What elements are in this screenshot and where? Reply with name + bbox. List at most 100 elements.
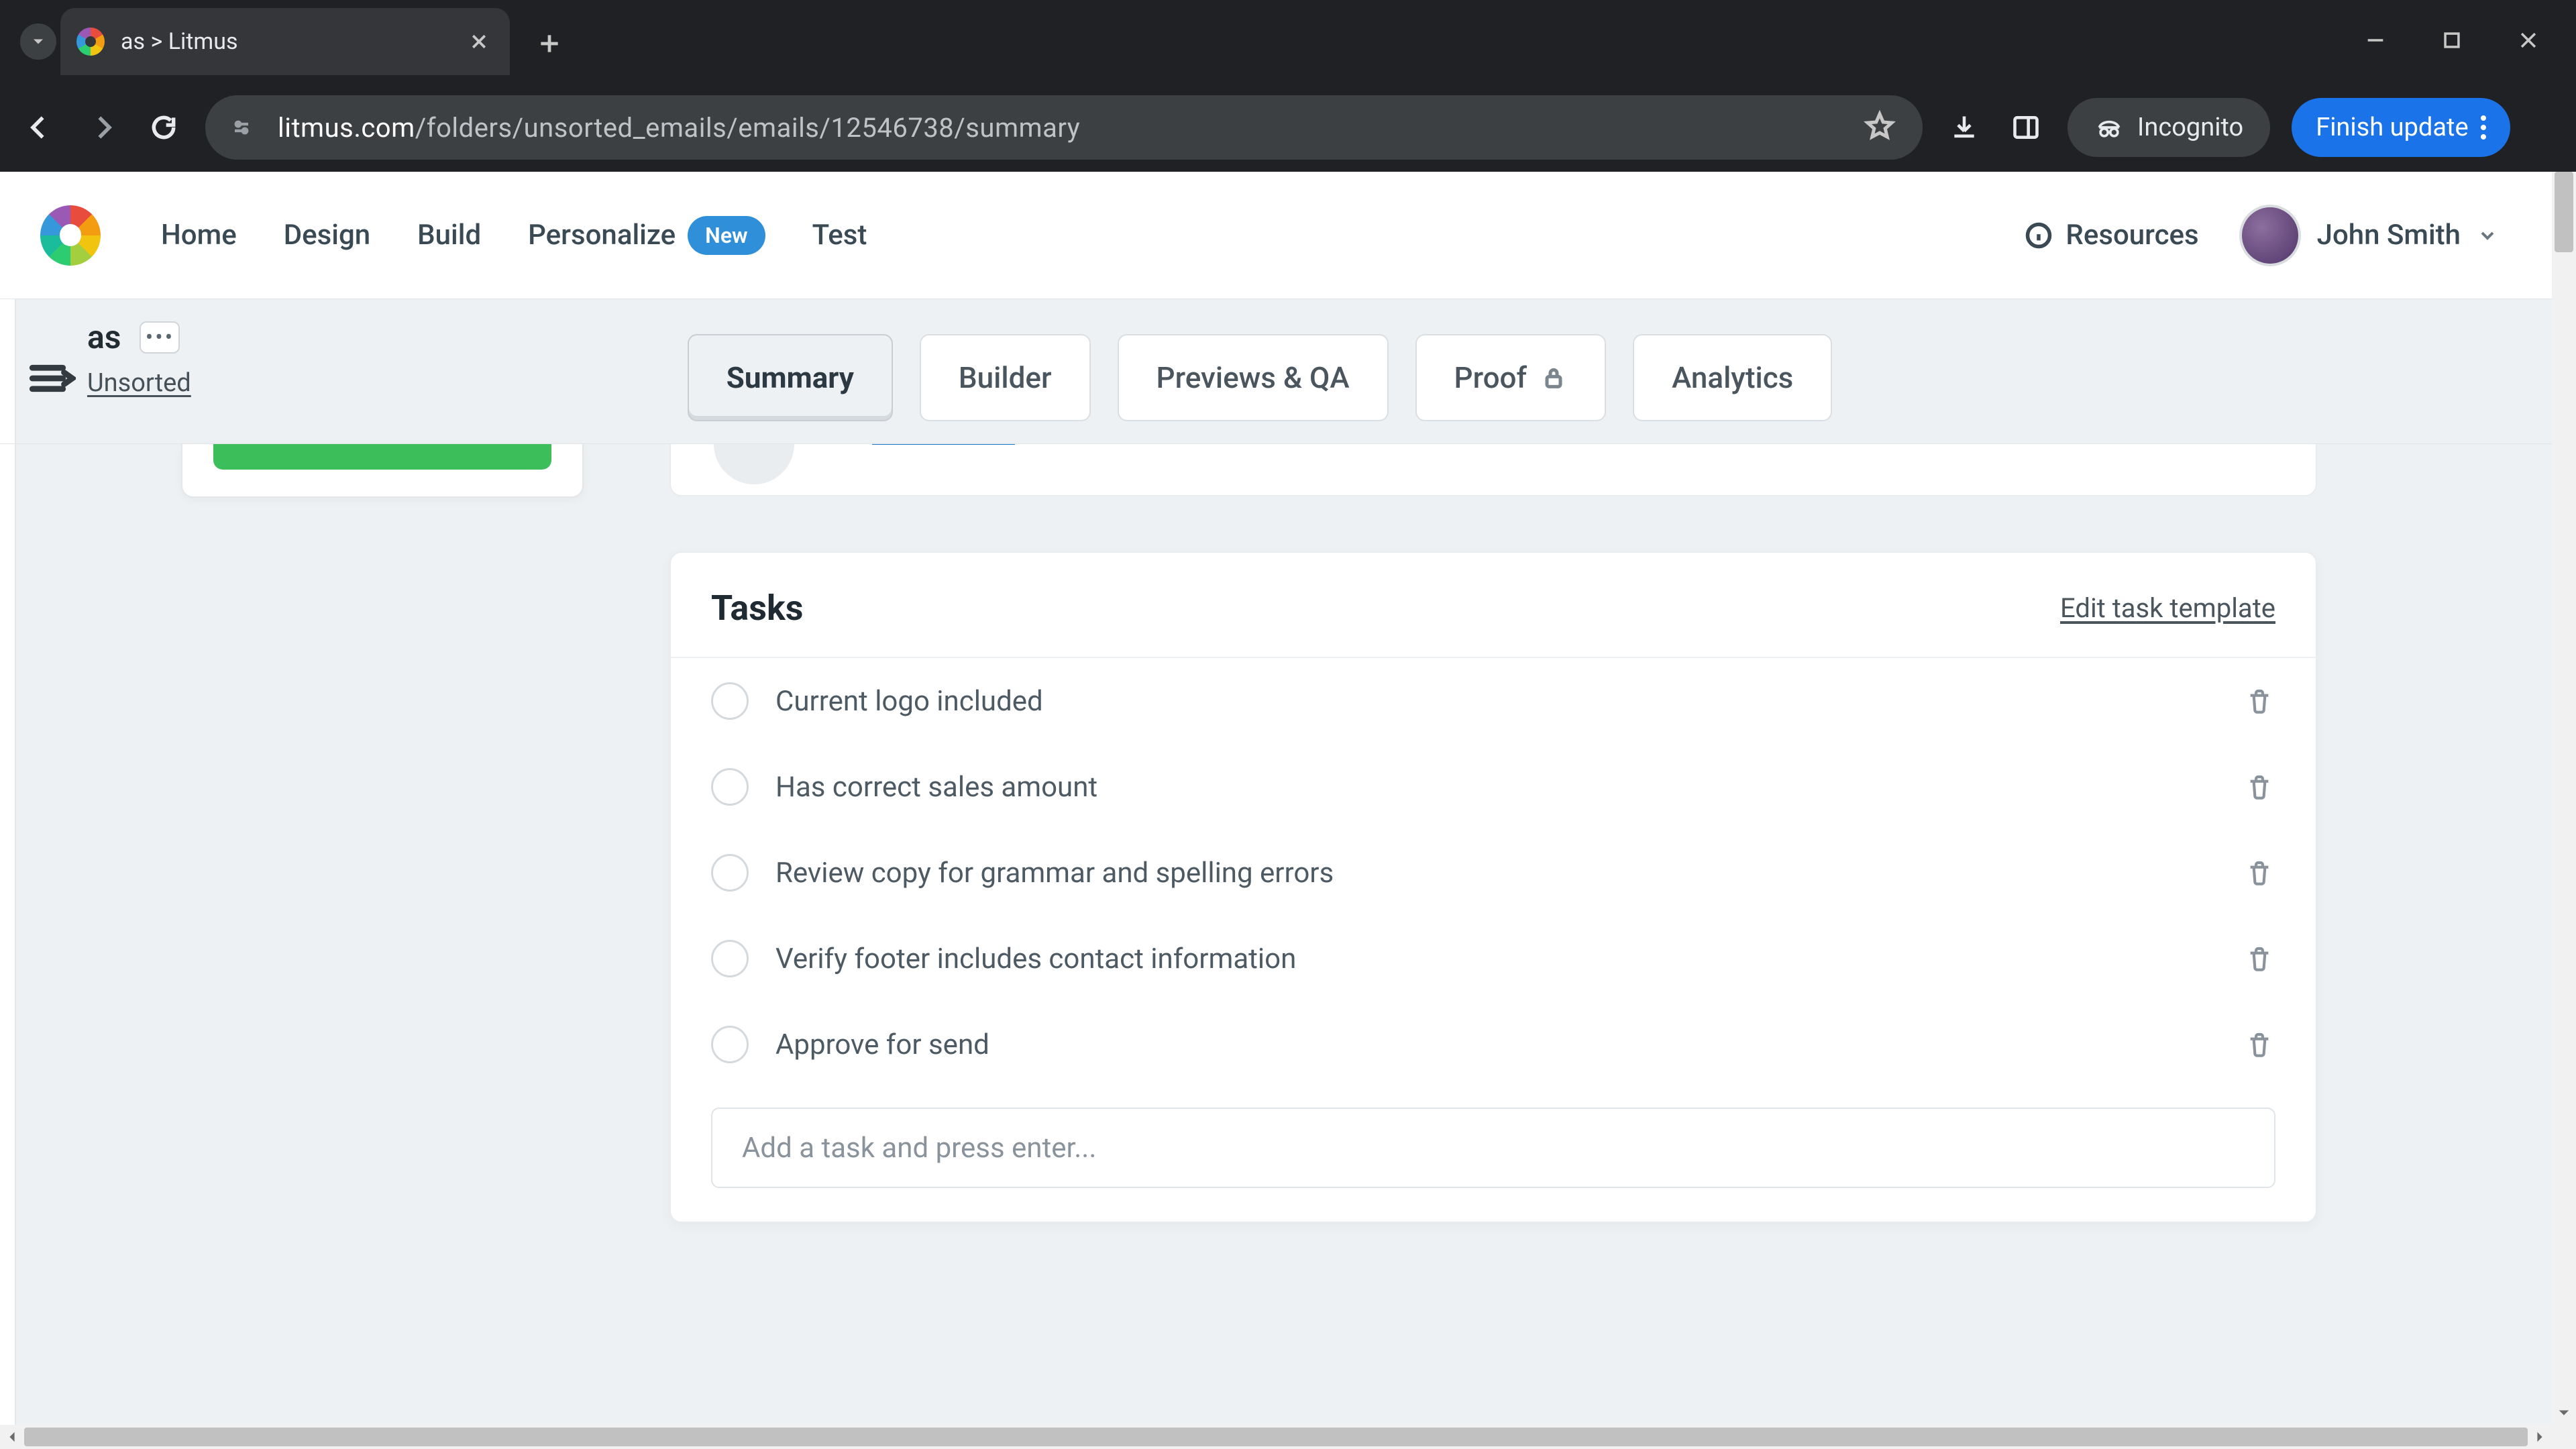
- content-area: Learn more. Tasks Edit task template Cur…: [0, 444, 2552, 1425]
- nav-design[interactable]: Design: [284, 219, 370, 252]
- task-label[interactable]: Current logo included: [775, 685, 2216, 718]
- litmus-logo-icon[interactable]: [40, 205, 101, 266]
- resources-link[interactable]: Resources: [2024, 219, 2198, 252]
- task-checkbox[interactable]: [711, 854, 749, 892]
- add-task-input[interactable]: [711, 1108, 2275, 1188]
- task-checkbox[interactable]: [711, 940, 749, 977]
- task-label[interactable]: Verify footer includes contact informati…: [775, 943, 2216, 975]
- nav-test[interactable]: Test: [812, 219, 867, 252]
- task-delete-button[interactable]: [2243, 1028, 2275, 1061]
- tab-previews-qa[interactable]: Previews & QA: [1118, 334, 1389, 421]
- tab-search-button[interactable]: [20, 23, 56, 60]
- sidebar-green-button-partial[interactable]: [213, 444, 551, 470]
- breadcrumb-folder-link[interactable]: Unsorted: [87, 368, 191, 398]
- tab-close-button[interactable]: [467, 30, 491, 54]
- sidebar-toggle-button[interactable]: [25, 352, 79, 405]
- user-name: John Smith: [2317, 219, 2461, 252]
- nav-reload-button[interactable]: [144, 107, 184, 148]
- incognito-label: Incognito: [2137, 113, 2243, 142]
- tab-favicon-icon: [76, 28, 105, 56]
- task-delete-button[interactable]: [2243, 685, 2275, 717]
- task-label[interactable]: Has correct sales amount: [775, 771, 2216, 804]
- task-checkbox[interactable]: [711, 682, 749, 720]
- hint-text: Learn more.: [872, 444, 1015, 447]
- hint-avatar-icon: [714, 444, 794, 484]
- bookmark-star-icon[interactable]: [1864, 110, 1896, 145]
- avatar: [2239, 205, 2301, 266]
- nav-build[interactable]: Build: [417, 219, 481, 252]
- url-text: litmus.com/folders/unsorted_emails/email…: [278, 112, 1080, 144]
- task-checkbox[interactable]: [711, 768, 749, 806]
- chevron-down-icon: [2477, 225, 2498, 246]
- window-minimize-button[interactable]: [2364, 29, 2387, 54]
- task-label[interactable]: Approve for send: [775, 1028, 2216, 1061]
- browser-tab[interactable]: as > Litmus: [60, 8, 510, 75]
- nav-home[interactable]: Home: [161, 219, 237, 252]
- finish-update-label: Finish update: [2316, 113, 2468, 142]
- task-row: Approve for send: [671, 1002, 2316, 1087]
- downloads-icon[interactable]: [1944, 107, 1984, 148]
- browser-titlebar: as > Litmus: [0, 0, 2576, 83]
- page-viewport: Home Design Build Personalize New Test R…: [0, 172, 2576, 1449]
- finish-update-button[interactable]: Finish update: [2292, 98, 2510, 157]
- task-label[interactable]: Review copy for grammar and spelling err…: [775, 857, 2216, 890]
- new-badge: New: [688, 216, 765, 255]
- resources-label: Resources: [2065, 219, 2198, 252]
- horizontal-scroll-thumb[interactable]: [24, 1428, 2528, 1446]
- task-row: Has correct sales amount: [671, 744, 2316, 830]
- tab-proof[interactable]: Proof: [1415, 334, 1607, 421]
- tab-summary[interactable]: Summary: [688, 334, 893, 421]
- new-tab-button[interactable]: [526, 20, 573, 67]
- tasks-title: Tasks: [711, 588, 803, 629]
- incognito-chip[interactable]: Incognito: [2068, 98, 2270, 157]
- tab-analytics[interactable]: Analytics: [1633, 334, 1832, 421]
- window-close-button[interactable]: [2517, 29, 2540, 54]
- task-row: Review copy for grammar and spelling err…: [671, 830, 2316, 916]
- hint-card-partial: Learn more.: [669, 444, 2317, 496]
- task-row: Current logo included: [671, 658, 2316, 744]
- email-title: as: [87, 318, 121, 356]
- browser-toolbar: litmus.com/folders/unsorted_emails/email…: [0, 83, 2576, 172]
- kebab-icon: [2481, 115, 2486, 140]
- scroll-left-button[interactable]: [0, 1425, 24, 1449]
- task-row: Verify footer includes contact informati…: [671, 916, 2316, 1002]
- task-delete-button[interactable]: [2243, 857, 2275, 889]
- task-checkbox[interactable]: [711, 1026, 749, 1063]
- email-more-button[interactable]: •••: [140, 321, 180, 354]
- browser-chrome: as > Litmus litmus.com/folders/unsorted_…: [0, 0, 2576, 172]
- task-delete-button[interactable]: [2243, 943, 2275, 975]
- window-maximize-button[interactable]: [2440, 29, 2463, 54]
- task-input-wrap: [671, 1087, 2316, 1188]
- edit-task-template-link[interactable]: Edit task template: [2060, 592, 2275, 624]
- tab-title: as > Litmus: [121, 28, 451, 55]
- left-rail: [0, 299, 16, 443]
- task-delete-button[interactable]: [2243, 771, 2275, 803]
- nav-personalize[interactable]: Personalize New: [528, 216, 765, 255]
- url-host: litmus.com: [278, 112, 415, 144]
- hint-learn-more-link[interactable]: Learn more.: [872, 444, 1015, 447]
- tab-proof-label: Proof: [1454, 360, 1527, 395]
- primary-nav: Home Design Build Personalize New Test: [161, 216, 867, 255]
- nav-forward-button[interactable]: [82, 107, 122, 148]
- vertical-scrollbar[interactable]: [2552, 172, 2576, 1425]
- scroll-down-button[interactable]: [2552, 1401, 2576, 1425]
- tab-builder[interactable]: Builder: [920, 334, 1091, 421]
- site-settings-icon[interactable]: [224, 110, 259, 145]
- vertical-scroll-thumb[interactable]: [2555, 172, 2573, 252]
- nav-back-button[interactable]: [20, 107, 60, 148]
- address-bar[interactable]: litmus.com/folders/unsorted_emails/email…: [205, 95, 1923, 160]
- lock-icon: [1540, 364, 1567, 391]
- app-header: Home Design Build Personalize New Test R…: [0, 172, 2552, 299]
- window-controls: [2364, 0, 2576, 83]
- tasks-header: Tasks Edit task template: [671, 553, 2316, 658]
- section-tabs: Summary Builder Previews & QA Proof Anal…: [688, 334, 1833, 421]
- tasks-card: Tasks Edit task template Current logo in…: [669, 551, 2317, 1223]
- left-rail-continued: [0, 444, 16, 1425]
- scroll-right-button[interactable]: [2528, 1425, 2552, 1449]
- subheader: as ••• Unsorted Summary Builder Previews…: [0, 299, 2552, 444]
- url-path: /folders/unsorted_emails/emails/12546738…: [415, 112, 1081, 144]
- sidepanel-icon[interactable]: [2006, 107, 2046, 148]
- breadcrumb: as ••• Unsorted: [87, 318, 191, 398]
- horizontal-scrollbar[interactable]: [0, 1425, 2552, 1449]
- user-menu[interactable]: John Smith: [2239, 205, 2498, 266]
